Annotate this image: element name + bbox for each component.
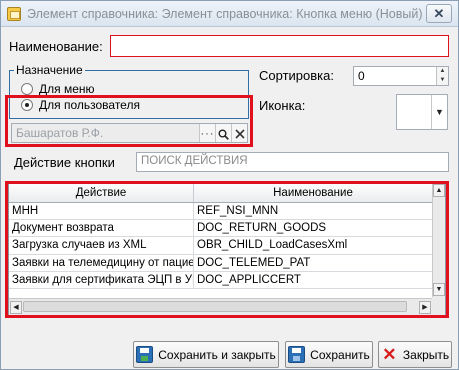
table-cell: REF_NSI_MNN [194, 203, 433, 220]
window-title: Элемент справочника: Элемент справочника… [27, 7, 423, 21]
save-button[interactable]: Сохранить [285, 341, 373, 368]
icon-picker[interactable]: ▼ [396, 94, 448, 130]
radio-for-user-label: Для пользователя [39, 98, 140, 112]
dialog-window: Элемент справочника: Элемент справочника… [0, 0, 459, 370]
table-row[interactable]: Документ возврата DOC_RETURN_GOODS [9, 220, 433, 238]
user-lookup-value: Башаратов Р.Ф. [16, 126, 104, 140]
table-cell: OBR_CHILD_LoadCasesXml [194, 237, 433, 254]
clear-icon[interactable] [231, 124, 247, 142]
window-close-button[interactable]: ✕ [426, 4, 452, 23]
radio-circle-checked[interactable] [21, 99, 33, 111]
close-icon: ✕ [382, 345, 397, 364]
title-bar: Элемент справочника: Элемент справочника… [1, 1, 458, 27]
vertical-scrollbar[interactable]: ▲ ▼ [432, 184, 445, 297]
sort-spinner[interactable]: ▲ ▼ [436, 67, 448, 85]
action-label: Действие кнопки [14, 155, 115, 170]
spin-down-icon[interactable]: ▼ [437, 76, 448, 85]
purpose-legend: Назначение [14, 63, 85, 77]
table-row[interactable]: Заявки для сертификата ЭЦП в УЦ DOC_APPL… [9, 271, 433, 289]
actions-table: Действие Наименование МНН REF_NSI_MNN До… [8, 183, 446, 316]
name-input[interactable] [110, 35, 449, 57]
scroll-corner [432, 297, 445, 315]
sort-label: Сортировка: [259, 68, 334, 83]
sort-value: 0 [358, 69, 365, 83]
save-close-icon [136, 346, 154, 363]
table-cell: МНН [9, 203, 194, 220]
browse-button[interactable]: ··· [199, 124, 215, 142]
action-search-input[interactable]: ПОИСК ДЕЙСТВИЯ [136, 152, 449, 172]
table-header: Действие Наименование [9, 184, 433, 203]
table-cell: DOC_APPLICCERT [194, 271, 433, 288]
scroll-down-icon[interactable]: ▼ [433, 283, 445, 296]
save-and-close-label: Сохранить и закрыть [158, 347, 276, 362]
table-cell: Загрузка случаев из XML [9, 237, 194, 254]
table-cell: Заявки для сертификата ЭЦП в УЦ [9, 271, 194, 288]
table-row[interactable]: Загрузка случаев из XML OBR_CHILD_LoadCa… [9, 237, 433, 255]
table-row[interactable]: Заявки на телемедицину от пациен DOC_TEL… [9, 254, 433, 272]
chevron-down-icon[interactable]: ▼ [431, 95, 447, 129]
table-cell: DOC_RETURN_GOODS [194, 220, 433, 237]
spin-up-icon[interactable]: ▲ [437, 67, 448, 76]
scroll-left-icon[interactable]: ◀ [10, 301, 22, 314]
horizontal-scroll-thumb[interactable] [23, 301, 407, 312]
column-header-name[interactable]: Наименование [194, 184, 433, 202]
sort-input[interactable]: 0 ▲ ▼ [353, 66, 449, 86]
column-header-action[interactable]: Действие [9, 184, 194, 202]
table-body: МНН REF_NSI_MNN Документ возврата DOC_RE… [9, 203, 433, 289]
icon-label: Иконка: [259, 98, 306, 113]
table-cell: DOC_TELEMED_PAT [194, 254, 433, 271]
save-icon [288, 346, 306, 363]
save-label: Сохранить [310, 347, 370, 362]
table-cell: Документ возврата [9, 220, 194, 237]
user-lookup-field[interactable]: Башаратов Р.Ф. ··· [11, 123, 248, 143]
save-and-close-button[interactable]: Сохранить и закрыть [133, 341, 279, 368]
radio-for-user[interactable]: Для пользователя [21, 98, 140, 112]
scroll-up-icon[interactable]: ▲ [433, 184, 445, 197]
table-row[interactable]: МНН REF_NSI_MNN [9, 203, 433, 221]
scroll-right-icon[interactable]: ▶ [419, 301, 431, 314]
name-label: Наименование: [9, 39, 103, 54]
folder-icon [7, 7, 21, 21]
close-label: Закрыть [402, 347, 450, 362]
horizontal-scrollbar[interactable]: ◀ ▶ [9, 298, 433, 315]
radio-circle[interactable] [21, 83, 33, 95]
radio-for-menu-label: Для меню [39, 82, 95, 96]
close-button[interactable]: ✕ Закрыть [378, 341, 452, 368]
radio-for-menu[interactable]: Для меню [21, 82, 95, 96]
table-cell: Заявки на телемедицину от пациен [9, 254, 194, 271]
search-icon[interactable] [215, 124, 231, 142]
